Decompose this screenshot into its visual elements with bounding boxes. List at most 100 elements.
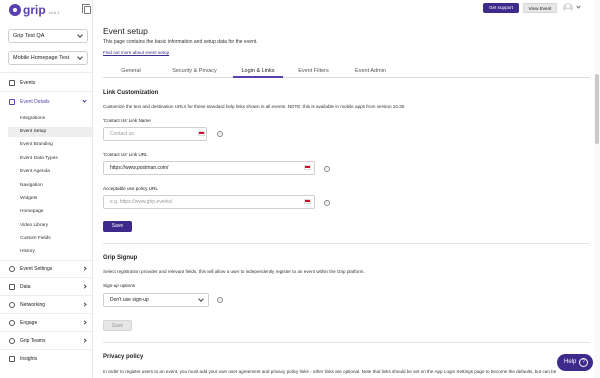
privacy-policy-title: Privacy policy bbox=[103, 354, 144, 360]
calendar-icon bbox=[9, 99, 15, 105]
sidebar-item-label: Data bbox=[20, 284, 31, 290]
sidebar-subitem-history[interactable]: History bbox=[20, 247, 35, 257]
signup-options-select[interactable]: Don't use sign-up bbox=[103, 293, 209, 307]
page-selector[interactable]: Mobile Homepage Test bbox=[8, 51, 88, 65]
page-title: Event setup bbox=[103, 26, 148, 36]
policy-url-label: Acceptable use policy URL bbox=[103, 186, 158, 191]
tab-general[interactable]: General bbox=[111, 65, 151, 78]
sidebar-item-insights[interactable]: Insights bbox=[0, 353, 92, 365]
sidebar-subitem-event-data-types[interactable]: Event Data Types bbox=[20, 154, 58, 164]
sidebar-item-engage[interactable]: Engage bbox=[0, 317, 92, 329]
sidebar-subitem-custom-fields[interactable]: Custom Fields bbox=[20, 234, 51, 244]
chevron-right-icon bbox=[82, 320, 87, 325]
sidebar-item-data[interactable]: Data bbox=[0, 281, 92, 293]
sidebar-item-networking[interactable]: Networking bbox=[0, 299, 92, 311]
divider bbox=[0, 91, 92, 92]
chevron-down-icon bbox=[77, 32, 83, 38]
main-content: Get support View Event Event setup This … bbox=[93, 0, 600, 378]
grip-signup-save-button[interactable]: Save bbox=[103, 320, 132, 331]
sidebar-item-events[interactable]: Events bbox=[0, 77, 92, 89]
help-button[interactable]: Help ? bbox=[557, 354, 593, 371]
grip-logo[interactable]: grip v3.6.1 bbox=[9, 4, 60, 16]
sidebar-item-label: Engage bbox=[20, 320, 38, 326]
sidebar-item-grip-teams[interactable]: Grip Teams bbox=[0, 335, 92, 347]
sidebar-item-label: Event Details bbox=[20, 99, 50, 105]
top-bar: Get support View Event bbox=[400, 0, 600, 16]
tab-event-admin[interactable]: Event Admin bbox=[348, 65, 393, 78]
tab-bar: General Security & Privacy Login & Links… bbox=[103, 65, 590, 78]
page-description: This page contains the basic information… bbox=[103, 39, 258, 45]
policy-url-input[interactable]: e.g. https://www.grip.events/ bbox=[103, 195, 315, 209]
network-icon bbox=[9, 302, 15, 308]
uk-flag-icon[interactable] bbox=[304, 165, 311, 170]
sidebar-item-event-details[interactable]: Event Details bbox=[0, 96, 92, 108]
sidebar-subitem-video-library[interactable]: Video Library bbox=[20, 221, 48, 231]
section-divider bbox=[103, 342, 590, 343]
info-icon[interactable]: i bbox=[217, 297, 223, 303]
contact-name-input[interactable]: Contact us bbox=[103, 127, 207, 141]
tab-login-links[interactable]: Login & Links bbox=[233, 65, 283, 78]
section-divider bbox=[103, 243, 590, 244]
sidebar-subitem-widgets[interactable]: Widgets bbox=[20, 194, 37, 204]
logo-text: grip bbox=[23, 3, 46, 17]
sidebar-item-label: Event Settings bbox=[20, 266, 53, 272]
help-label: Help bbox=[564, 359, 577, 365]
chevron-down-icon bbox=[82, 98, 87, 103]
contact-url-input[interactable]: https://www.postman.com/ bbox=[103, 161, 315, 175]
link-customization-save-button[interactable]: Save bbox=[103, 221, 132, 232]
uk-flag-icon[interactable] bbox=[198, 131, 205, 136]
signup-options-label: Sign-up options bbox=[103, 283, 135, 288]
chevron-down-icon[interactable] bbox=[576, 4, 581, 9]
chevron-right-icon bbox=[82, 302, 87, 307]
calendar-icon bbox=[9, 80, 15, 86]
chevron-right-icon bbox=[82, 266, 87, 271]
contact-url-value: https://www.postman.com/ bbox=[110, 165, 169, 171]
sidebar-subitem-navigation[interactable]: Navigation bbox=[20, 181, 43, 191]
contact-url-label: 'Contact Us' Link URL bbox=[103, 152, 148, 157]
scrollbar[interactable] bbox=[594, 0, 600, 378]
event-setup-help-link[interactable]: Find out more about event setup bbox=[103, 50, 169, 55]
sidebar-subitem-integrations[interactable]: Integrations bbox=[20, 114, 45, 124]
scrollbar-thumb[interactable] bbox=[595, 74, 599, 144]
signup-options-value: Don't use sign-up bbox=[110, 297, 149, 303]
divider bbox=[0, 260, 92, 261]
info-icon[interactable]: i bbox=[324, 166, 330, 172]
privacy-policy-description: In order to register users to an event, … bbox=[103, 369, 557, 374]
page-selector-value: Mobile Homepage Test bbox=[13, 55, 70, 61]
link-customization-title: Link Customization bbox=[103, 90, 159, 96]
tab-event-filters[interactable]: Event Filters bbox=[291, 65, 336, 78]
sidebar-subitem-homepage[interactable]: Homepage bbox=[20, 207, 43, 217]
sidebar-subitem-event-branding[interactable]: Event Branding bbox=[20, 140, 53, 150]
sidebar-subitem-event-setup[interactable]: Event Setup bbox=[8, 127, 92, 137]
policy-url-placeholder: e.g. https://www.grip.events/ bbox=[110, 199, 173, 205]
grip-signup-description: Select registration provider and relevan… bbox=[103, 269, 365, 274]
sidebar-subitem-event-agenda[interactable]: Event Agenda bbox=[20, 167, 50, 177]
event-selector[interactable]: Grip Test QA bbox=[8, 29, 88, 43]
copy-icon[interactable] bbox=[82, 4, 91, 14]
divider bbox=[0, 277, 92, 278]
get-support-button[interactable]: Get support bbox=[483, 3, 519, 13]
sidebar-item-event-settings[interactable]: Event Settings bbox=[0, 263, 92, 275]
divider bbox=[0, 349, 92, 350]
tab-security-privacy[interactable]: Security & Privacy bbox=[163, 65, 226, 78]
uk-flag-icon[interactable] bbox=[304, 199, 311, 204]
link-customization-description: Customize the text and destination URLs … bbox=[103, 104, 406, 109]
info-icon[interactable]: i bbox=[217, 131, 223, 137]
chevron-right-icon bbox=[82, 284, 87, 289]
contact-name-label: 'Contact Us' Link Name bbox=[103, 118, 151, 123]
sidebar-item-label: Insights bbox=[20, 356, 38, 362]
divider bbox=[0, 331, 92, 332]
teams-icon bbox=[9, 338, 15, 344]
divider bbox=[0, 313, 92, 314]
grid-icon bbox=[9, 284, 15, 290]
chart-icon bbox=[9, 356, 15, 362]
avatar[interactable] bbox=[563, 3, 573, 13]
event-selector-value: Grip Test QA bbox=[13, 33, 45, 39]
gear-icon bbox=[9, 266, 15, 272]
divider bbox=[0, 72, 92, 73]
target-icon bbox=[9, 320, 15, 326]
sidebar-item-label: Events bbox=[20, 80, 36, 86]
chevron-right-icon bbox=[82, 338, 87, 343]
info-icon[interactable]: i bbox=[324, 200, 330, 206]
view-event-button[interactable]: View Event bbox=[523, 3, 557, 13]
